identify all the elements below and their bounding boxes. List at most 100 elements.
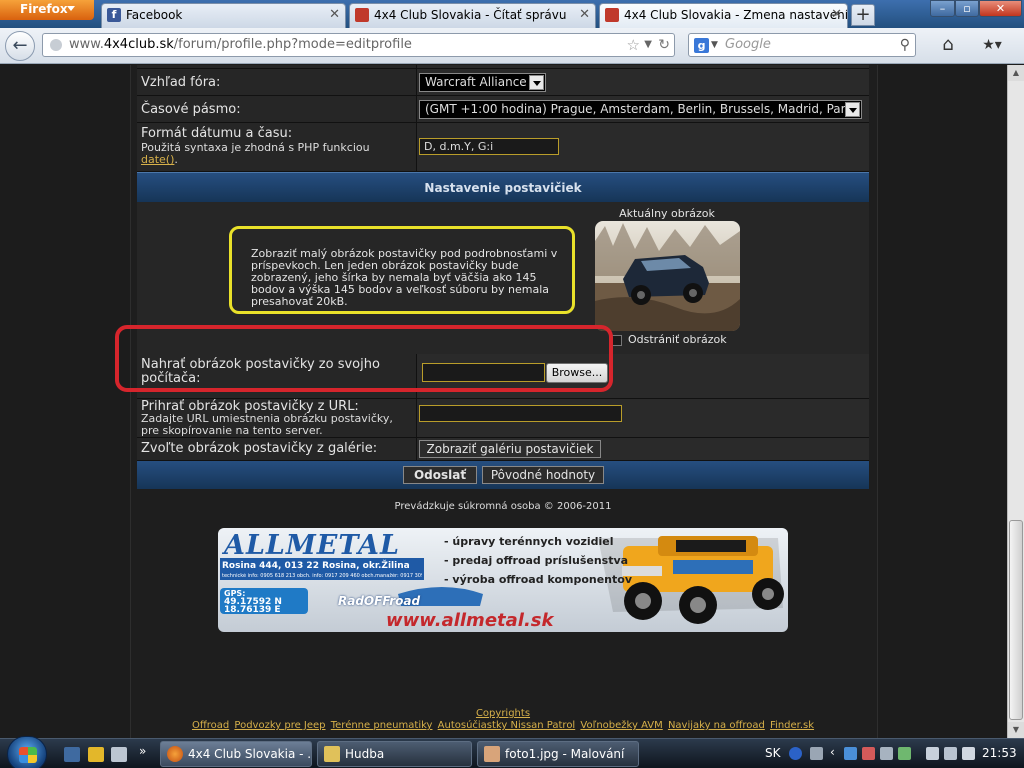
tray-app-icon[interactable]: [810, 747, 823, 760]
tab-label: Facebook: [126, 8, 183, 22]
taskbar-item-label: Hudba: [345, 747, 385, 761]
footer-link-finder[interactable]: Finder.sk: [770, 720, 814, 731]
site-identity-icon[interactable]: [50, 39, 62, 51]
firefox-menu-label: Firefox: [20, 2, 68, 16]
footer-link-nissan[interactable]: Autosúčiastky Nissan Patrol: [438, 720, 576, 731]
taskbar-item-firefox[interactable]: 4x4 Club Slovakia - ...: [160, 741, 312, 767]
row-value-cell: D, d.m.Y, G:i: [416, 123, 869, 171]
browser-tab-strip: Firefox f Facebook ✕ 4x4 Club Slovakia -…: [0, 0, 1024, 28]
url-prefix: www.: [69, 37, 104, 52]
antivirus-icon[interactable]: [862, 747, 875, 760]
scroll-up-icon[interactable]: ▲: [1008, 65, 1024, 81]
search-engine-dropdown-icon[interactable]: ▼: [711, 34, 718, 56]
chevron-down-icon: [529, 75, 544, 90]
tab-label: 4x4 Club Slovakia - Čítať správu: [374, 8, 567, 22]
avatar-gallery-label: Zvoľte obrázok postavičky z galérie:: [141, 441, 378, 456]
red-highlight-frame: [115, 325, 613, 392]
taskbar-item-label: 4x4 Club Slovakia - ...: [188, 747, 312, 761]
page-viewport: Vzhľad fóra: Warcraft Alliance Časové pá…: [0, 65, 1007, 738]
banner-contact: technické info: 0905 618 213 obch. info:…: [222, 573, 422, 579]
folder-icon: [324, 746, 340, 762]
help-icon[interactable]: [789, 747, 802, 760]
tab-edit-profile[interactable]: 4x4 Club Slovakia - Zmena nastavení ✕: [599, 3, 848, 28]
row-value-cell: (GMT +1:00 hodina) Prague, Amsterdam, Be…: [416, 96, 869, 122]
timezone-select[interactable]: (GMT +1:00 hodina) Prague, Amsterdam, Be…: [419, 100, 862, 119]
banner-services: - úpravy terénnych vozidiel - predaj off…: [444, 532, 632, 589]
footer-link-avm[interactable]: Voľnobežky AVM: [580, 720, 662, 731]
wifi-icon[interactable]: [944, 747, 957, 760]
copyrights-link[interactable]: Copyrights: [476, 708, 530, 719]
date-format-input[interactable]: D, d.m.Y, G:i: [419, 138, 559, 155]
tab-read-message[interactable]: 4x4 Club Slovakia - Čítať správu ✕: [349, 3, 596, 28]
php-date-link[interactable]: date(): [141, 153, 174, 166]
show-gallery-button[interactable]: Zobraziť galériu postavičiek: [419, 440, 601, 458]
windows-logo-icon: [19, 747, 37, 763]
row-value-cell: [416, 399, 869, 437]
scrollbar-thumb[interactable]: [1009, 520, 1023, 720]
banner-website: www.allmetal.sk: [386, 610, 554, 631]
google-icon[interactable]: g: [694, 38, 709, 53]
submit-button[interactable]: Odoslať: [403, 466, 477, 484]
scroll-down-icon[interactable]: ▼: [1008, 722, 1024, 738]
banner-address: Rosina 444, 013 22 Rosina, okr.Žilina: [222, 561, 410, 571]
history-dropdown-icon[interactable]: ▼: [644, 34, 652, 56]
taskbar-item-paint[interactable]: foto1.jpg - Malování: [477, 741, 639, 767]
paint-icon: [484, 746, 500, 762]
settings-row-date-format: Formát dátumu a času: Použitá syntaxa je…: [137, 123, 869, 172]
search-icon[interactable]: ⚲: [900, 34, 910, 56]
navigation-toolbar: ← www.4x4club.sk/forum/profile.php?mode=…: [0, 28, 1024, 64]
start-button[interactable]: [7, 736, 47, 768]
new-tab-button[interactable]: +: [851, 4, 875, 26]
tray-status-icon[interactable]: [898, 747, 911, 760]
media-player-icon[interactable]: [88, 747, 104, 762]
quick-launch-app-icon[interactable]: [111, 747, 127, 762]
url-bar[interactable]: www.4x4club.sk/forum/profile.php?mode=ed…: [42, 33, 675, 57]
footer-link-jeep[interactable]: Podvozky pre Jeep: [234, 720, 325, 731]
maximize-window-button[interactable]: ▫: [955, 0, 979, 17]
network-icon[interactable]: [844, 747, 857, 760]
minimize-window-button[interactable]: –: [930, 0, 955, 17]
back-button[interactable]: ←: [5, 31, 35, 61]
url-domain: 4x4club.sk: [103, 37, 174, 52]
bookmarks-menu-button[interactable]: ★▾: [972, 34, 1012, 56]
settings-row-timezone: Časové pásmo: (GMT +1:00 hodina) Prague,…: [137, 96, 869, 123]
home-button[interactable]: ⌂: [936, 34, 960, 56]
show-desktop-icon[interactable]: [64, 747, 80, 762]
settings-row-avatar-url: Prihrať obrázok postavičky z URL: Zadajt…: [137, 399, 869, 438]
close-tab-icon[interactable]: ✕: [831, 4, 842, 26]
system-tray: SK ‹ 21:53: [760, 739, 1024, 768]
footer-links: Copyrights Offroad Podvozky pre Jeep Ter…: [137, 708, 869, 732]
date-format-label: Formát dátumu a času:: [141, 126, 293, 141]
footer-link-winches[interactable]: Navijaky na offroad: [668, 720, 765, 731]
close-window-button[interactable]: ✕: [979, 0, 1022, 17]
bookmark-star-icon[interactable]: ☆: [627, 34, 640, 56]
forum-style-select[interactable]: Warcraft Alliance: [419, 73, 546, 92]
taskbar-item-music[interactable]: Hudba: [317, 741, 472, 767]
page-scrollbar[interactable]: ▲ ▼: [1007, 65, 1024, 738]
club-favicon-icon: [605, 8, 619, 22]
firefox-icon: [167, 746, 183, 762]
footer-link-offroad[interactable]: Offroad: [192, 720, 229, 731]
footer-link-tires[interactable]: Terénne pneumatiky: [331, 720, 433, 731]
avatar-url-input[interactable]: [419, 405, 622, 422]
tray-utility-icon[interactable]: [880, 747, 893, 760]
row-value-cell: Zobraziť galériu postavičiek: [416, 438, 869, 460]
reload-icon[interactable]: ↻: [658, 34, 670, 56]
quick-launch-overflow-icon[interactable]: »: [139, 744, 146, 758]
firefox-menu-button[interactable]: Firefox: [0, 0, 94, 20]
allmetal-banner-ad[interactable]: ALLMETAL Rosina 444, 013 22 Rosina, okr.…: [218, 528, 788, 632]
tab-label: 4x4 Club Slovakia - Zmena nastavení: [624, 8, 848, 22]
close-tab-icon[interactable]: ✕: [579, 4, 590, 26]
banner-service-item: - úpravy terénnych vozidiel: [444, 535, 614, 548]
tab-facebook[interactable]: f Facebook ✕: [101, 3, 346, 28]
system-clock[interactable]: 21:53: [982, 746, 1017, 760]
volume-icon[interactable]: [962, 747, 975, 760]
avatar-info-text: Zobraziť malý obrázok postavičky pod pod…: [229, 226, 575, 314]
settings-row-forum-style: Vzhľad fóra: Warcraft Alliance: [137, 69, 869, 96]
close-tab-icon[interactable]: ✕: [329, 4, 340, 26]
power-icon[interactable]: [926, 747, 939, 760]
tray-expand-icon[interactable]: ‹: [830, 745, 835, 759]
language-indicator[interactable]: SK: [765, 746, 781, 760]
reset-button[interactable]: Pôvodné hodnoty: [482, 466, 604, 484]
search-bar[interactable]: g ▼ Google ⚲: [688, 33, 916, 57]
